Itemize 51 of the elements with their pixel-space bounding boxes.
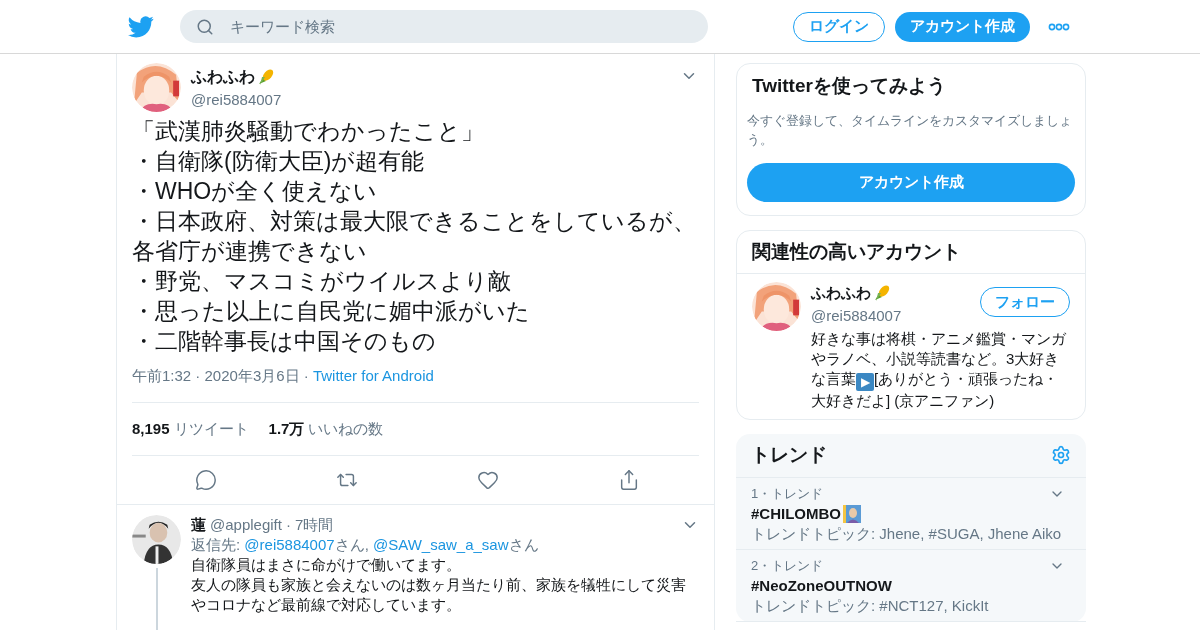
stat-label[interactable]: リツイート [173,417,249,440]
trend-meta: 1・トレンド [751,484,825,503]
tweet-text-line: ・日本政府、対策は最大限できることをしているが、各省庁が連携できない [132,207,697,266]
source-link[interactable]: Twitter for Android [312,367,434,384]
card-title: 関連性の高いアカウント [737,230,1085,274]
user-handle[interactable]: @rei5884007 [191,89,670,112]
reply-icon[interactable] [195,469,218,491]
card-title: Twitterを使ってみよう [751,74,947,98]
corn-icon [873,284,891,303]
like-icon[interactable] [476,469,499,491]
stat-label[interactable]: いいねの数 [308,417,384,440]
trend-meta: 2・トレンド [751,556,825,575]
stat-count[interactable]: 8,195 [132,417,170,440]
stat-count[interactable]: 1.7万 [268,417,305,440]
trend-item[interactable]: 1・トレンド #CHILOMBO トレンドトピック: Jhene, #SUGA, Jhene Aiko [736,477,1086,550]
reply-text: 自衛隊員はまさに命がけで働いてます。 [191,555,462,575]
tweet-text-line: ・思った以上に自民党に媚中派がいた [132,297,531,326]
tweet-text-line: ・二階幹事長は中国そのもの [132,327,437,356]
tweet-text-line: 「武漢肺炎騒動でわかったこと」 [132,117,485,146]
reply-time[interactable]: · 7時間 [285,515,334,535]
bird-logo-icon[interactable] [128,15,154,38]
tweet-text-line: ・野党、マスコミがウイルスより敵 [132,267,512,296]
mention-link[interactable]: @SAW_saw_a_saw [373,536,509,553]
search-icon [196,18,214,36]
tweet-text-line: ・WHOが全く使えない [132,177,379,206]
signup-button[interactable]: アカウント作成 [747,162,1075,202]
reply-to-text: 返信先: @rei5884007さん, @SAW_saw_a_sawさん [191,535,540,555]
trend-name: #CHILOMBO [751,503,841,524]
user-handle[interactable]: @rei5884007 [811,304,980,327]
tweet-text-line: ・自衛隊(防衛大臣)が超有能 [132,147,426,176]
trend-topics: トレンドトピック: Jhene, #SUGA, Jhene Aiko [751,523,1063,544]
search-field[interactable]: キーワード検索 [180,10,708,43]
user-name[interactable]: ふわふわ [191,65,255,89]
reply-text: 友人の隊員も家族と会えないのは数ヶ月当たり前、家族を犠牲にして災害やコロナなど最前線で対応しています。 [191,575,687,615]
trend-topics: トレンドトピック: #NCT127, KickIt [751,595,990,616]
account-bio: 好きな事は将棋・アニメ鑑賞・マンガやラノベ、小説等読書など。3大好きな言葉 ▶ [ありがとう・頑張ったね・大好きだよ] (京アニファン) [811,329,1067,411]
signup-button[interactable]: アカウント作成 [895,11,1030,42]
user-name[interactable]: 蓮 [191,515,206,535]
more-icon[interactable] [1048,22,1070,31]
play-icon: ▶ [856,373,874,391]
trend-name: #NeoZoneOUTNOW [751,575,892,596]
corn-icon [257,68,275,86]
user-handle[interactable]: @applegift [210,515,282,535]
tweet-timestamp[interactable]: 午前1:32 · 2020年3月6日 · [132,367,309,384]
card-title: トレンド [751,443,828,467]
follow-button[interactable]: フォロー [980,287,1070,317]
settings-icon[interactable] [1051,445,1071,466]
trend-item[interactable]: 2・トレンド #NeoZoneOUTNOW トレンドトピック: #NCT127, KickIt [736,549,1086,622]
mention-link[interactable]: @rei5884007 [244,536,335,553]
card-description: 今すぐ登録して、タイムラインをカスタマイズしましょう。 [747,111,1073,149]
user-name[interactable]: ふわふわ [811,282,871,305]
